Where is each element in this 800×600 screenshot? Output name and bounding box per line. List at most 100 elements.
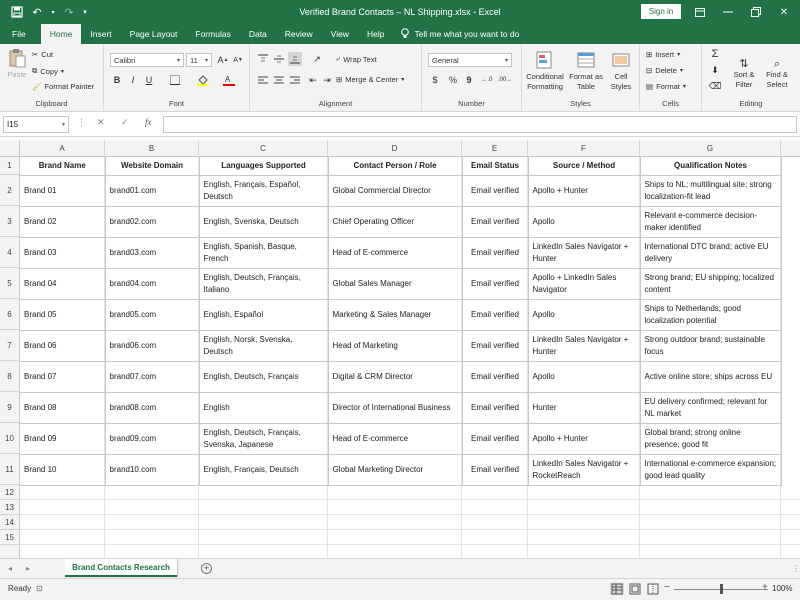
align-middle-icon[interactable] (272, 52, 286, 66)
cut-button[interactable]: ✂ Cut (32, 50, 53, 59)
orientation-icon[interactable]: ↗ (310, 52, 324, 66)
fill-icon[interactable]: ⬇ (708, 63, 722, 77)
currency-button[interactable]: $ (428, 73, 442, 87)
cell-c2[interactable]: English, Français, Español, Deutsch (199, 175, 329, 207)
cell-a3[interactable]: Brand 02 (20, 206, 106, 238)
select-all-corner[interactable] (0, 140, 20, 157)
cell-e5[interactable]: Email verified (462, 268, 529, 300)
scroll-tabs-right-icon[interactable]: ▸ (26, 564, 30, 573)
cell-f10[interactable]: Apollo + Hunter (528, 423, 641, 455)
decrease-indent-icon[interactable]: ⇤ (306, 73, 320, 87)
cell-c10[interactable]: English, Deutsch, Français, Svenska, Jap… (199, 423, 329, 455)
cell-a6[interactable]: Brand 05 (20, 299, 106, 331)
row-header-6[interactable]: 6 (0, 299, 20, 330)
zoom-out-icon[interactable]: − (664, 582, 670, 593)
column-header-g[interactable]: G (640, 140, 781, 157)
row-header-11[interactable]: 11 (0, 454, 20, 485)
undo-icon[interactable]: ↶ (30, 5, 44, 19)
cell-b9[interactable]: brand08.com (105, 392, 200, 424)
cell-d4[interactable]: Head of E-commerce (328, 237, 463, 269)
header-cell-a[interactable]: Brand Name (20, 157, 106, 176)
ribbon-display-options-icon[interactable] (686, 0, 714, 24)
tab-page-layout[interactable]: Page Layout (121, 24, 187, 44)
align-right-icon[interactable] (288, 73, 302, 87)
cell-g10[interactable]: Global brand; strong online presence; go… (640, 423, 782, 455)
cell-a10[interactable]: Brand 09 (20, 423, 106, 455)
cell-d7[interactable]: Head of Marketing (328, 330, 463, 362)
cell-a9[interactable]: Brand 08 (20, 392, 106, 424)
cell-a4[interactable]: Brand 03 (20, 237, 106, 269)
header-cell-b[interactable]: Website Domain (105, 157, 200, 176)
cell-e7[interactable]: Email verified (462, 330, 529, 362)
row-header-9[interactable]: 9 (0, 392, 20, 423)
close-icon[interactable]: ✕ (770, 0, 798, 24)
cell-styles-button[interactable]: Cell Styles (606, 50, 636, 92)
customize-qat-icon[interactable]: ▾ (82, 5, 88, 19)
minimize-icon[interactable] (714, 0, 742, 24)
cell-d5[interactable]: Global Sales Manager (328, 268, 463, 300)
row-header-10[interactable]: 10 (0, 423, 20, 454)
insert-function-icon[interactable]: fx (145, 117, 152, 127)
normal-view-icon[interactable] (610, 583, 624, 595)
increase-font-icon[interactable]: A ▲ (216, 53, 230, 67)
cell-a8[interactable]: Brand 07 (20, 361, 106, 393)
clear-icon[interactable]: ⌫ (708, 79, 722, 93)
tab-insert[interactable]: Insert (81, 24, 120, 44)
cell-a7[interactable]: Brand 06 (20, 330, 106, 362)
save-icon[interactable] (10, 5, 24, 19)
cell-d10[interactable]: Head of E-commerce (328, 423, 463, 455)
cell-g11[interactable]: International e-commerce expansion; good… (640, 454, 782, 486)
row-header-3[interactable]: 3 (0, 206, 20, 237)
borders-icon[interactable] (168, 73, 182, 87)
cell-d8[interactable]: Digital & CRM Director (328, 361, 463, 393)
redo-icon[interactable]: ↷ (62, 5, 76, 19)
cell-b5[interactable]: brand04.com (105, 268, 200, 300)
header-cell-g[interactable]: Qualification Notes (640, 157, 782, 176)
cell-g5[interactable]: Strong brand; EU shipping; localized con… (640, 268, 782, 300)
find-select-button[interactable]: ⌕ Find & Select (760, 58, 794, 90)
cell-b2[interactable]: brand01.com (105, 175, 200, 207)
cell-b7[interactable]: brand06.com (105, 330, 200, 362)
cell-b8[interactable]: brand07.com (105, 361, 200, 393)
underline-button[interactable]: U (142, 73, 156, 87)
align-top-icon[interactable] (256, 52, 270, 66)
restore-icon[interactable] (742, 0, 770, 24)
cell-c11[interactable]: English, Français, Deutsch (199, 454, 329, 486)
row-header-8[interactable]: 8 (0, 361, 20, 392)
cell-e9[interactable]: Email verified (462, 392, 529, 424)
name-box[interactable]: I15 ▾ (3, 116, 69, 133)
row-header-7[interactable]: 7 (0, 330, 20, 361)
cell-d11[interactable]: Global Marketing Director (328, 454, 463, 486)
sign-in-button[interactable]: Sign in (641, 4, 681, 19)
cell-e6[interactable]: Email verified (462, 299, 529, 331)
cell-b6[interactable]: brand05.com (105, 299, 200, 331)
zoom-slider-thumb[interactable] (720, 584, 723, 594)
sheet-tab-brand-contacts[interactable]: Brand Contacts Research (65, 559, 177, 577)
tab-home[interactable]: Home (40, 24, 82, 44)
cell-e3[interactable]: Email verified (462, 206, 529, 238)
enter-icon[interactable]: ✓ (121, 117, 129, 128)
percent-button[interactable]: % (446, 73, 460, 87)
row-header-4[interactable]: 4 (0, 237, 20, 268)
cell-b10[interactable]: brand09.com (105, 423, 200, 455)
autosum-icon[interactable]: Σ (708, 47, 722, 61)
header-cell-d[interactable]: Contact Person / Role (328, 157, 463, 176)
cell-g3[interactable]: Relevant e-commerce decision-maker ident… (640, 206, 782, 238)
comma-style-button[interactable]: 9 (462, 73, 476, 87)
font-name-dropdown[interactable]: Calibri ▾ (110, 53, 184, 67)
column-header-e[interactable]: E (462, 140, 528, 157)
tab-data[interactable]: Data (240, 24, 276, 44)
cell-d6[interactable]: Marketing & Sales Manager (328, 299, 463, 331)
formula-input[interactable] (163, 116, 797, 133)
increase-indent-icon[interactable]: ⇥ (320, 73, 334, 87)
tab-formulas[interactable]: Formulas (186, 24, 239, 44)
cell-f5[interactable]: Apollo + LinkedIn Sales Navigator (528, 268, 641, 300)
cell-e4[interactable]: Email verified (462, 237, 529, 269)
wrap-text-button[interactable]: ⤶ Wrap Text (336, 54, 377, 64)
undo-dropdown-icon[interactable]: ▾ (50, 5, 56, 19)
column-header-c[interactable]: C (199, 140, 328, 157)
cell-g9[interactable]: EU delivery confirmed; relevant for NL m… (640, 392, 782, 424)
cell-a5[interactable]: Brand 04 (20, 268, 106, 300)
scroll-tabs-left-icon[interactable]: ◂ (8, 564, 12, 573)
merge-center-button[interactable]: ⊞ Merge & Center ▾ (336, 75, 404, 84)
